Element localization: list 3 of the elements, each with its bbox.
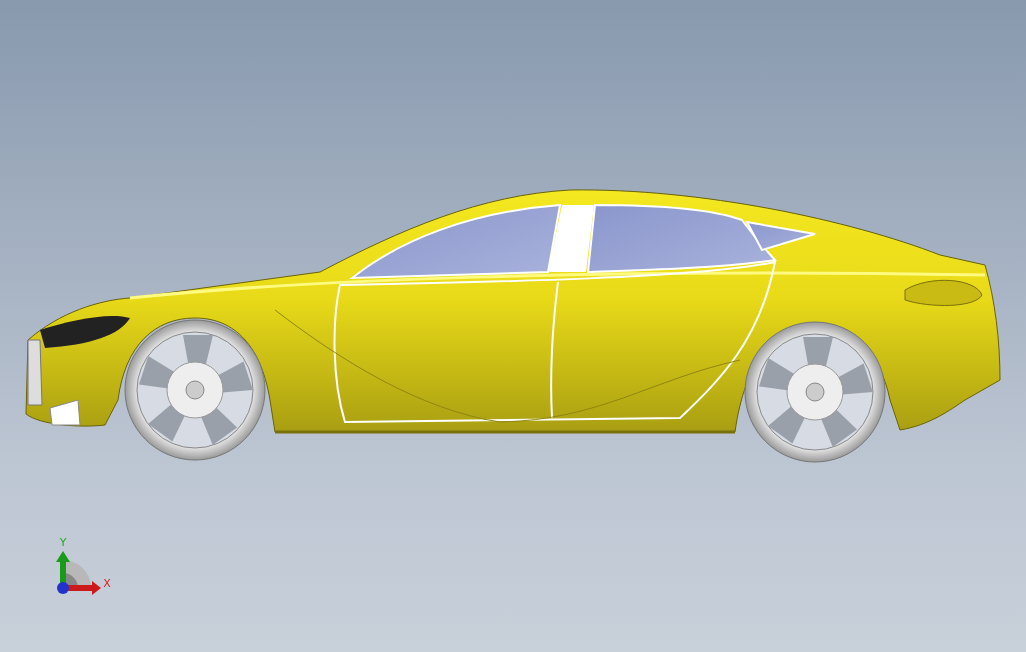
y-axis-label: Y: [59, 536, 67, 549]
axis-triad-icon: [56, 551, 101, 595]
x-axis-label: X: [103, 577, 111, 590]
